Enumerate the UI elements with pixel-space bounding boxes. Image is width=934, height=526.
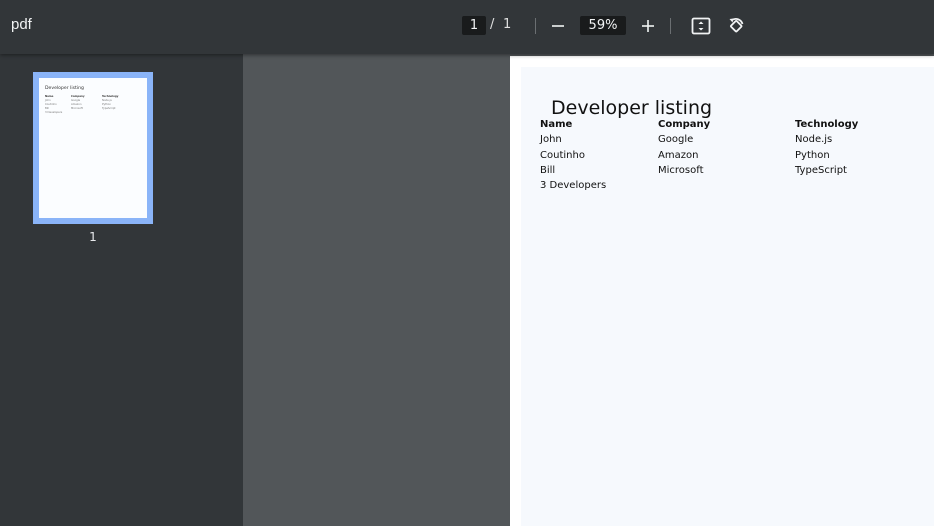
thumbnail-cell: TypeScript xyxy=(102,107,116,110)
thumbnail-cell: Node.js xyxy=(102,99,112,102)
thumbnail-cell: 3 Developers xyxy=(45,111,63,114)
thumbnail-cell: John xyxy=(45,99,51,102)
thumbnail-page-preview: Developer listing Name Company Technolog… xyxy=(39,78,147,218)
thumbnail-page-label: 1 xyxy=(89,230,97,244)
document-title: pdf xyxy=(11,16,32,33)
column-header-name: Name xyxy=(540,119,573,130)
table-cell: Amazon xyxy=(658,150,699,161)
thumbnail-cell: Python xyxy=(102,103,111,106)
rotate-button[interactable] xyxy=(723,13,749,39)
page-content: Developer listing Name Company Technolog… xyxy=(521,67,934,526)
toolbar-divider xyxy=(670,18,671,34)
page-thumbnail-1[interactable]: Developer listing Name Company Technolog… xyxy=(33,72,153,224)
table-cell: John xyxy=(540,134,562,145)
total-pages: 1 xyxy=(503,17,512,32)
thumbnail-cell: Coutinho xyxy=(45,103,57,106)
column-header-technology: Technology xyxy=(795,119,859,130)
thumbnail-sidebar: Developer listing Name Company Technolog… xyxy=(0,54,243,526)
rotate-icon xyxy=(729,18,744,33)
page-separator: / xyxy=(490,17,495,32)
thumbnail-cell: Bill xyxy=(45,107,49,110)
thumbnail-title: Developer listing xyxy=(45,86,84,91)
thumbnail-cell: Company xyxy=(71,95,85,98)
table-cell: Node.js xyxy=(795,134,833,145)
column-header-company: Company xyxy=(658,119,711,130)
thumbnail-cell: Technology xyxy=(102,95,119,98)
thumbnail-cell: Microsoft xyxy=(71,107,83,110)
thumbnail-cell: Amazon xyxy=(71,103,82,106)
zoom-in-icon xyxy=(642,20,654,32)
thumbnail-cell: Name xyxy=(45,95,54,98)
fit-page-button[interactable] xyxy=(688,13,714,39)
table-cell: Coutinho xyxy=(540,150,585,161)
thumbnail-cell: Google xyxy=(71,99,81,102)
toolbar-divider xyxy=(535,18,536,34)
document-heading: Developer listing xyxy=(551,97,713,119)
table-footer: 3 Developers xyxy=(540,180,607,191)
table-cell: Microsoft xyxy=(658,165,704,176)
table-cell: Bill xyxy=(540,165,556,176)
table-cell: Python xyxy=(795,150,830,161)
zoom-level-input[interactable]: 59% xyxy=(580,16,626,35)
zoom-out-icon xyxy=(552,25,564,27)
table-cell: TypeScript xyxy=(795,165,847,176)
pdf-toolbar: pdf 1 / 1 59% xyxy=(0,0,934,54)
page-number-input[interactable]: 1 xyxy=(462,16,486,35)
fit-page-icon xyxy=(691,17,711,35)
zoom-out-button[interactable] xyxy=(545,13,571,39)
zoom-in-button[interactable] xyxy=(635,13,661,39)
table-cell: Google xyxy=(658,134,694,145)
pdf-page: Developer listing Name Company Technolog… xyxy=(510,56,934,526)
